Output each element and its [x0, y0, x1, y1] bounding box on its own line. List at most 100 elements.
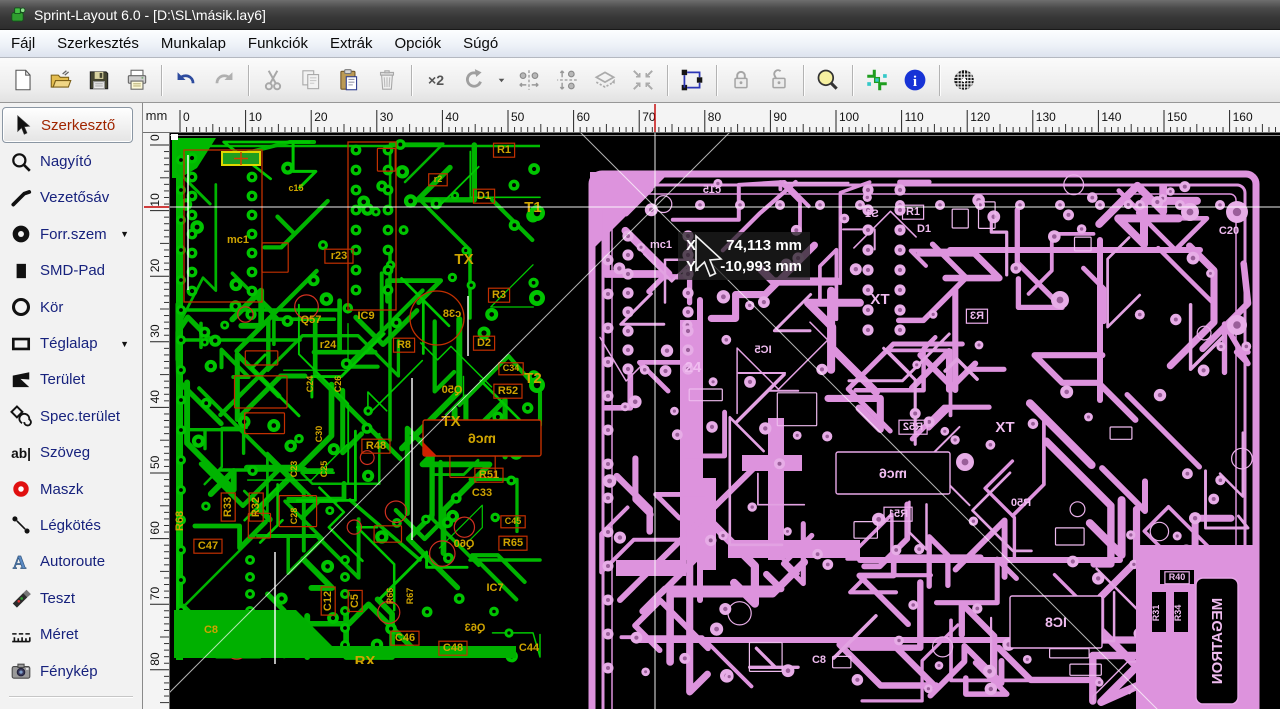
toolbar: ×2 i	[0, 58, 1280, 103]
sidebar-tool-mask[interactable]: Maszk	[0, 471, 142, 507]
crosshair-snap-button[interactable]	[859, 62, 895, 98]
print-button[interactable]	[119, 62, 155, 98]
delete-trash-icon	[379, 70, 395, 90]
sidebar-tool-zoom[interactable]: Nagyító	[0, 143, 142, 179]
menu-item-extras[interactable]: Extrák	[319, 30, 384, 57]
svg-text:60: 60	[577, 110, 591, 124]
menu-item-help[interactable]: Súgó	[452, 30, 509, 57]
component-label: C8	[812, 654, 826, 666]
photo-view-button[interactable]	[946, 62, 982, 98]
new-page-button[interactable]	[5, 62, 41, 98]
component-label: TX	[870, 291, 889, 308]
pcb-editor-drawing[interactable]: mc6c15r2R1D1T1mc1r23 TXR3r24 R8 D2T2TXR68C4…	[170, 133, 1280, 709]
flip-board-button[interactable]	[587, 62, 623, 98]
component-label: D1	[917, 223, 931, 235]
undo-button[interactable]	[168, 62, 204, 98]
redo-icon	[215, 72, 233, 84]
ic-label: MEGATRON	[1209, 598, 1226, 684]
sidebar-tool-label: Vezetősáv	[40, 189, 110, 207]
lock-button[interactable]	[723, 62, 759, 98]
autoroute-icon: A	[7, 551, 34, 573]
rotate-dropdown-caret	[498, 78, 505, 83]
sidebar-tool-special-zone[interactable]: Spec.terület	[0, 398, 142, 434]
component-label: R51	[888, 508, 908, 520]
svg-text:80: 80	[708, 110, 722, 124]
sidebar-tool-zone[interactable]: Terület	[0, 362, 142, 398]
component-label: C12	[322, 591, 334, 611]
component-label: C5	[349, 594, 361, 608]
chevron-down-icon[interactable]: ▼	[120, 229, 129, 239]
duplicate-x2-button[interactable]: ×2	[418, 62, 454, 98]
menu-item-functions[interactable]: Funkciók	[237, 30, 319, 57]
svg-text:A: A	[12, 552, 26, 572]
sidebar-tool-test[interactable]: Teszt	[0, 580, 142, 616]
app-icon	[8, 5, 27, 24]
green-board[interactable]: mc6c15r2R1D1T1mc1r23 TXR3r24 R8 D2T2TXR68C4…	[172, 138, 545, 706]
zoom-magnifier-button[interactable]	[810, 62, 846, 98]
save-floppy-button[interactable]	[81, 62, 117, 98]
sidebar-tool-smd-pad[interactable]: SMD-Pad	[0, 253, 142, 289]
menu-item-file[interactable]: Fájl	[0, 30, 46, 57]
smd-pad-icon	[7, 260, 34, 282]
cut-scissors-button[interactable]	[255, 62, 291, 98]
mirror-horizontal-icon	[519, 70, 539, 90]
magnifier-icon	[7, 151, 34, 173]
sidebar-tool-autoroute[interactable]: A Autoroute	[0, 544, 142, 580]
component-label: C44	[519, 642, 540, 654]
sidebar-tool-pad[interactable]: Forr.szem ▼	[0, 216, 142, 252]
ic-label: mc6	[468, 430, 496, 446]
save-floppy-icon	[89, 71, 109, 90]
copy-icon	[302, 70, 320, 90]
pcb-canvas[interactable]: mc6 c15 r2 R1 D1 T1 mc1 r23 TX R3 r24 R8 D2 T2 TX R68 C4…	[170, 133, 1280, 709]
sidebar-tool-label: Maszk	[40, 480, 84, 498]
copy-button[interactable]	[293, 62, 329, 98]
component-label: C8	[204, 624, 218, 636]
sidebar-tool-rectangle[interactable]: Téglalap ▼	[0, 325, 142, 361]
toolbar-separator	[161, 64, 162, 96]
connections-button[interactable]	[674, 62, 710, 98]
component-label: R1	[497, 144, 511, 156]
sidebar-tool-airwire[interactable]: Légkötés	[0, 507, 142, 543]
sidebar-tool-text[interactable]: ab| Szöveg	[0, 435, 142, 471]
sidebar-tool-measure[interactable]: Méret	[0, 616, 142, 652]
menu-item-options[interactable]: Opciók	[383, 30, 452, 57]
component-label: R48	[366, 440, 386, 452]
mirror-horizontal-button[interactable]	[511, 62, 547, 98]
component-label: RX	[355, 653, 376, 670]
svg-text:0: 0	[148, 134, 162, 141]
unlock-button[interactable]	[761, 62, 797, 98]
info-button[interactable]: i	[897, 62, 933, 98]
menu-item-board[interactable]: Munkalap	[150, 30, 237, 57]
align-center-button[interactable]	[625, 62, 661, 98]
menu-item-edit[interactable]: Szerkesztés	[46, 30, 150, 57]
sidebar-tool-label: Autoroute	[40, 553, 106, 571]
component-label: IC7	[486, 582, 503, 594]
sidebar-tool-editor[interactable]: Szerkesztő	[2, 107, 133, 144]
mirror-vertical-button[interactable]	[549, 62, 585, 98]
component-label: IC5	[754, 344, 771, 356]
component-label: R65	[503, 537, 523, 549]
component-label: R52	[498, 385, 518, 397]
toolbar-separator	[716, 64, 717, 96]
sidebar-tool-photo[interactable]: Fénykép	[0, 653, 142, 689]
sidebar-tool-track[interactable]: Vezetősáv	[0, 180, 142, 216]
sidebar-tool-label: Teszt	[40, 589, 76, 607]
component-label: R68	[174, 511, 186, 531]
mask-icon	[7, 478, 34, 500]
rectangle-icon	[7, 333, 34, 355]
rotate-dropdown-caret-button[interactable]	[494, 62, 509, 98]
component-label: R51	[479, 469, 499, 481]
delete-trash-button[interactable]	[369, 62, 405, 98]
component-label: C45	[505, 516, 522, 526]
chevron-down-icon[interactable]: ▼	[120, 339, 129, 349]
toolbar-separator	[939, 64, 940, 96]
sidebar-tool-circle[interactable]: Kör	[0, 289, 142, 325]
component-label: C46	[395, 632, 415, 644]
paste-clipboard-button[interactable]	[331, 62, 367, 98]
redo-button[interactable]	[206, 62, 242, 98]
svg-text:120: 120	[970, 110, 990, 124]
component-label: R8	[397, 339, 411, 351]
rotate-button[interactable]	[456, 62, 492, 98]
open-folder-button[interactable]	[43, 62, 79, 98]
photo-icon	[7, 660, 34, 682]
